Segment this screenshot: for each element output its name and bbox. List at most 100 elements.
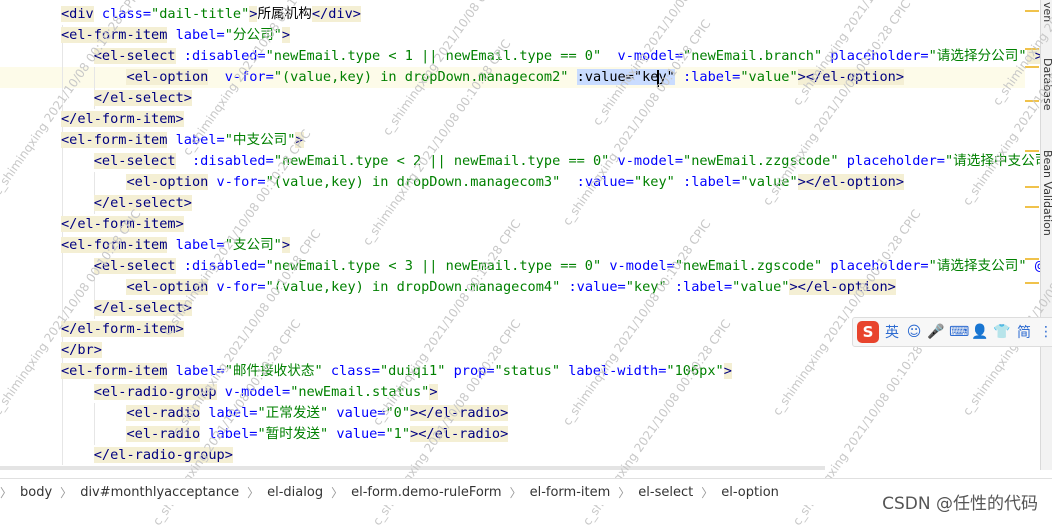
breadcrumb-item[interactable]: el-form.demo-ruleForm	[343, 485, 509, 500]
code-token: "newEmail.type < 2 || newEmail.type == 0…	[273, 153, 610, 169]
code-line[interactable]: </el-select>	[61, 193, 192, 214]
code-token: class=	[322, 363, 380, 379]
code-token: :label=	[674, 174, 741, 190]
code-token: v-for=	[208, 69, 274, 85]
emoji-icon[interactable]: ☺	[905, 324, 923, 340]
error-stripe-marker[interactable]	[1025, 150, 1039, 152]
code-token: "支公司"	[224, 237, 282, 253]
error-stripe-marker[interactable]	[1025, 282, 1039, 284]
code-line[interactable]: <el-form-item label="邮件接收状态" class="duiq…	[61, 361, 732, 382]
code-line[interactable]: <el-radio label="正常发送" value="0"></el-ra…	[61, 403, 509, 424]
code-token: placeholder=	[822, 258, 929, 274]
code-line[interactable]: <el-select :disabled="newEmail.type < 2 …	[61, 151, 1040, 172]
error-stripe-marker[interactable]	[1025, 10, 1039, 12]
user-icon[interactable]: 👤	[971, 324, 989, 340]
code-token: placeholder=	[822, 48, 929, 64]
code-token: <el-form-item	[61, 237, 168, 253]
code-line[interactable]: <el-select :disabled="newEmail.type < 3 …	[61, 256, 1040, 277]
code-token: placeholder=	[838, 153, 945, 169]
sogou-logo-icon[interactable]: S	[857, 321, 879, 343]
code-token: "中支公司"	[224, 132, 296, 148]
code-token: :label=	[674, 69, 741, 85]
code-token: v-model=	[601, 48, 684, 64]
code-token: v-model=	[601, 258, 675, 274]
code-line[interactable]: </el-select>	[61, 298, 192, 319]
code-token: <el-form-item	[61, 132, 168, 148]
bean-validation-panel-tab[interactable]: Bean Validation	[1041, 150, 1052, 236]
code-line[interactable]: </el-form-item>	[61, 319, 184, 340]
code-token: "(value,key) in dropDown.managecom2"	[273, 69, 569, 85]
code-token: "newEmail.branch"	[683, 48, 823, 64]
side-panel-fragment[interactable]: ven	[1041, 2, 1052, 22]
code-line[interactable]: <el-radio-group v-model="newEmail.status…	[61, 382, 438, 403]
error-stripe-marker[interactable]	[1025, 258, 1039, 260]
breadcrumb-item[interactable]: body	[12, 485, 60, 500]
code-line[interactable]: <el-radio label="暂时发送" value="1"></el-ra…	[61, 424, 509, 445]
code-token: "value"	[740, 69, 798, 85]
code-token: value=	[328, 426, 386, 442]
code-line[interactable]: </el-select>	[61, 88, 192, 109]
code-token: >	[723, 363, 732, 379]
code-line[interactable]: </br>	[61, 340, 102, 361]
code-line[interactable]: <el-form-item label="支公司">	[61, 235, 291, 256]
code-token: </el-form-item>	[61, 321, 184, 337]
code-line[interactable]: <el-select :disabled="newEmail.type < 1 …	[61, 46, 1040, 67]
code-token: label=	[200, 426, 258, 442]
code-token: "key"	[633, 174, 675, 190]
error-stripe-marker[interactable]	[1025, 206, 1039, 208]
error-stripe-marker[interactable]	[1025, 66, 1039, 68]
code-line[interactable]: </el-radio-group>	[61, 445, 233, 466]
code-token: v-model=	[609, 153, 684, 169]
breadcrumb-separator: 〉	[247, 485, 260, 500]
code-token: "请选择分公司"	[928, 48, 1027, 64]
code-token: >	[429, 384, 438, 400]
breadcrumb-item[interactable]: el-select	[630, 485, 701, 500]
horizontal-scrollbar[interactable]	[0, 466, 825, 470]
code-token: ></el-radio>	[410, 405, 509, 421]
code-token: "dail-title"	[151, 6, 250, 22]
simplified-toggle[interactable]: 简	[1015, 322, 1033, 342]
code-line[interactable]: <el-option v-for="(value,key) in dropDow…	[61, 172, 905, 193]
code-editor[interactable]: <div class="dail-title">所属机构</div> <el-fo…	[0, 0, 1040, 470]
code-token: <el-radio-group	[93, 384, 217, 400]
code-line[interactable]: <el-form-item label="分公司">	[61, 25, 291, 46]
code-line[interactable]: <div class="dail-title">所属机构</div>	[61, 4, 361, 25]
code-line[interactable]: </el-form-item>	[61, 109, 184, 130]
code-line[interactable]: <el-option v-for="(value,key) in dropDow…	[61, 67, 905, 88]
ime-toolbar[interactable]: S 英 ☺ 🎤 ⌨ 👤 👕 简 ⋮	[852, 317, 1052, 347]
code-token: 所属机构	[257, 6, 312, 22]
code-line[interactable]: </el-form-item>	[61, 214, 184, 235]
error-stripe-marker[interactable]	[1025, 186, 1039, 188]
database-panel-tab[interactable]: Database	[1041, 58, 1052, 111]
code-token: <el-select	[93, 153, 176, 169]
code-token: "请选择支公司"	[928, 258, 1027, 274]
code-token: <div	[61, 6, 94, 22]
code-line[interactable]: <el-option v-for="(value,key) in dropDow…	[61, 277, 896, 298]
microphone-icon[interactable]: 🎤	[927, 324, 945, 340]
code-line[interactable]: <el-form-item label="中支公司">	[61, 130, 304, 151]
code-token: <el-form-item	[61, 363, 168, 379]
ime-language-toggle[interactable]: 英	[883, 322, 901, 342]
breadcrumb-item[interactable]: div#monthlyacceptance	[72, 485, 247, 500]
code-token: "newEmail.zzgscode"	[683, 153, 839, 169]
error-stripe-marker[interactable]	[1025, 48, 1039, 50]
csdn-watermark: CSDN @任性的代码	[882, 494, 1038, 514]
code-token: class=	[93, 6, 152, 22]
breadcrumb-separator: 〉	[0, 485, 13, 500]
code-token: :label=	[666, 279, 733, 295]
keyboard-icon[interactable]: ⌨	[949, 324, 969, 340]
code-token: "value"	[732, 279, 790, 295]
skin-icon[interactable]: 👕	[993, 324, 1011, 340]
more-icon[interactable]: ⋮	[1037, 324, 1052, 340]
breadcrumb-item[interactable]: el-dialog	[259, 485, 331, 500]
code-token: "分公司"	[224, 27, 282, 43]
code-token: "1"	[385, 426, 411, 442]
error-stripe-marker[interactable]	[1025, 100, 1039, 102]
code-token: <el-option	[126, 174, 209, 190]
breadcrumb-item[interactable]: el-option	[713, 485, 787, 500]
breadcrumb-item[interactable]: el-form-item	[522, 485, 619, 500]
